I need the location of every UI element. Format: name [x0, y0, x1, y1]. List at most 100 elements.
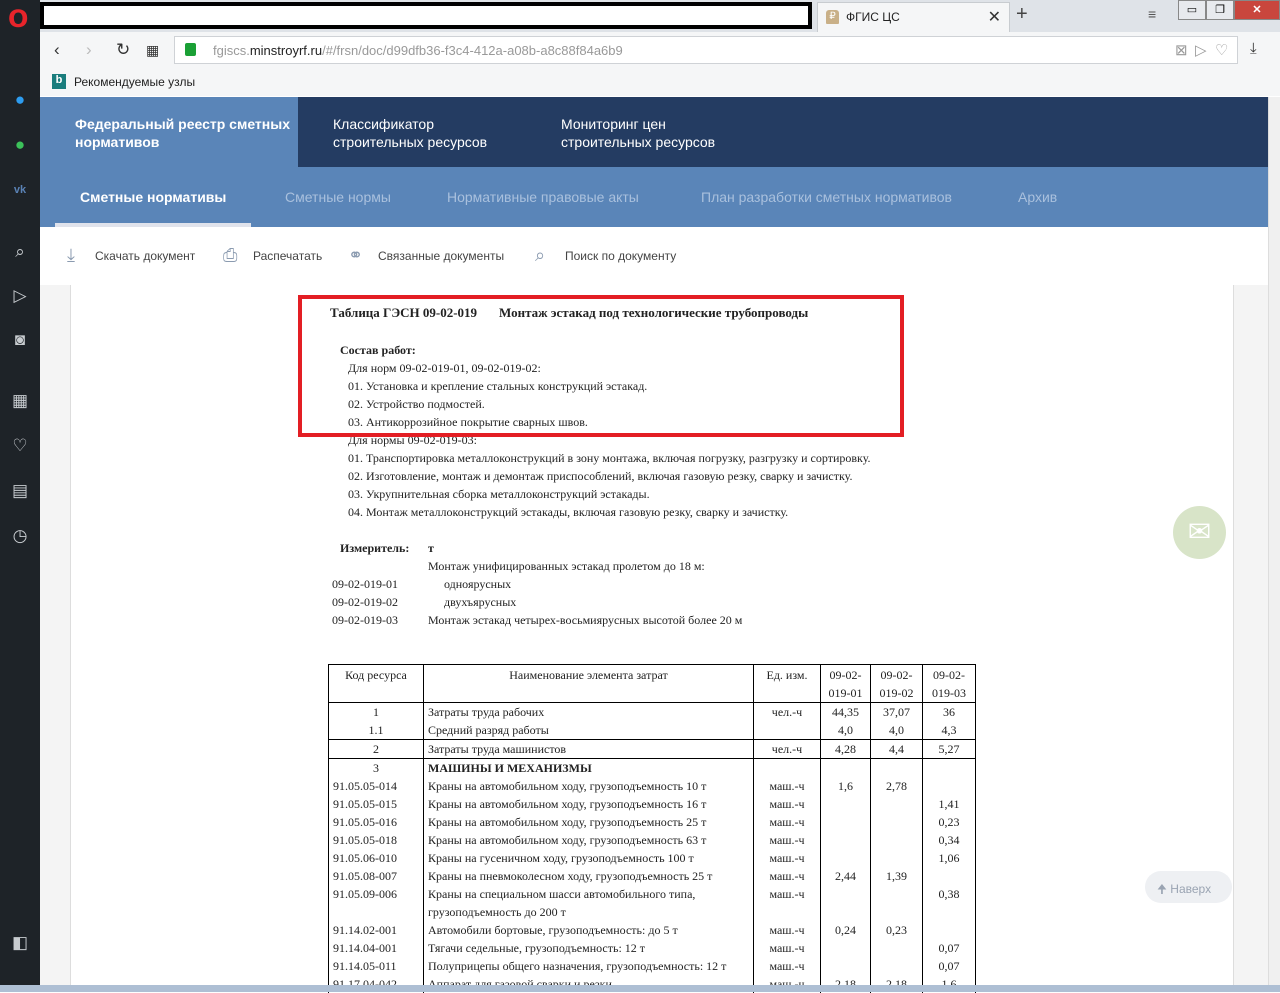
back-to-top-button[interactable]: 🠉 Наверх [1145, 871, 1232, 903]
search-icon[interactable]: ⌕ [8, 240, 32, 264]
table-cell: 0,23 [922, 813, 976, 831]
download-button[interactable]: ⤓ Скачать документ [67, 245, 195, 265]
speed-dial-icon[interactable]: ▦ [8, 389, 32, 413]
table-cell [820, 849, 871, 867]
close-window-button[interactable]: ✕ [1234, 0, 1280, 20]
url-input[interactable]: fgiscs.minstroyrf.ru/#/frsn/doc/d99dfb36… [174, 36, 1238, 64]
table-cell [922, 921, 976, 939]
table-cell: 91.05.08-007 [328, 867, 424, 885]
downloads-icon[interactable]: ⤓ [1250, 40, 1257, 57]
tab-legal-acts[interactable]: Нормативные правовые акты [447, 189, 639, 205]
back-icon[interactable]: ‹ [54, 40, 60, 60]
table-cell: 2 [328, 739, 424, 759]
table-cell: 91.14.05-011 [328, 957, 424, 975]
bookmark-item[interactable]: Рекомендуемые узлы [74, 75, 195, 89]
table-cell: 0,07 [922, 957, 976, 975]
table-cell: 0,34 [922, 831, 976, 849]
col-header: 09-02-019-02 [870, 664, 923, 703]
forward-icon[interactable]: › [86, 40, 92, 60]
table-row: 91.05.06-010 Краны на гусеничном ходу, гр… [328, 849, 976, 867]
history-icon[interactable]: ◷ [8, 524, 32, 548]
table-cell: 37,07 [870, 702, 923, 721]
tab-smetnye-normy[interactable]: Сметные нормы [285, 189, 391, 205]
link-icon: ⚭ [348, 245, 364, 265]
table-cell: 0,24 [820, 921, 871, 939]
close-tab-icon[interactable]: ✕ [988, 7, 1001, 27]
table-cell [820, 831, 871, 849]
tab-menu-icon[interactable]: ≡ [1148, 6, 1156, 22]
news-icon[interactable]: ▤ [8, 479, 32, 503]
whatsapp-icon[interactable]: ● [8, 133, 32, 157]
tab-archive[interactable]: Архив [1018, 189, 1057, 205]
table-cell [753, 721, 821, 740]
restore-button[interactable]: ❐ [1206, 0, 1234, 20]
table-cell: 0,38 [922, 885, 976, 921]
heart-icon[interactable]: ♡ [8, 434, 32, 458]
table-cell: 91.05.05-014 [328, 777, 424, 795]
tab-smetnye-normativy[interactable]: Сметные нормативы [80, 189, 226, 205]
resource-table: Код ресурса Наименование элемента затрат… [328, 664, 976, 993]
table-cell: маш.-ч [753, 813, 821, 831]
table-row: 91.05.05-015 Краны на автомобильном ходу,… [328, 795, 976, 813]
table-cell: 91.05.05-016 [328, 813, 424, 831]
table-cell: 1.1 [328, 721, 424, 740]
table-cell: 2,78 [870, 777, 923, 795]
sub-navigation: Сметные нормативы Сметные нормы Норматив… [40, 167, 1268, 227]
table-cell: Краны на специальном шасси автомобильног… [423, 885, 754, 921]
bookmark-heart-icon[interactable]: ♡ [1215, 41, 1228, 59]
table-cell: 4,0 [870, 721, 923, 740]
search-in-doc-button[interactable]: ⌕ Поиск по документу [535, 245, 676, 265]
table-cell: 1,39 [870, 867, 923, 885]
share-icon[interactable]: ▷ [1195, 41, 1207, 59]
table-row: 91.05.05-016 Краны на автомобильном ходу,… [328, 813, 976, 831]
price-monitoring-link[interactable]: Мониторинг цен строительных ресурсов [561, 115, 741, 151]
norm-intro: Монтаж унифицированных эстакад пролетом … [428, 559, 705, 573]
table-cell [870, 795, 923, 813]
ad-block-icon[interactable]: ⊠ [1175, 41, 1188, 59]
table-cell [870, 813, 923, 831]
table-cell: Затраты труда рабочих [423, 702, 754, 721]
table-cell: маш.-ч [753, 777, 821, 795]
minimize-button[interactable]: ▭ [1178, 0, 1206, 20]
table-cell: 4,28 [820, 739, 871, 759]
table-cell: Тягачи седельные, грузоподъемность: 12 т [423, 939, 754, 957]
table-cell: маш.-ч [753, 795, 821, 813]
browser-tab[interactable]: ₽ ФГИС ЦС ✕ [817, 2, 1010, 32]
table-row: 1 Затраты труда рабочих чел.-ч 44,35 37,07 36 [328, 702, 976, 721]
classifier-link[interactable]: Классификатор строительных ресурсов [333, 115, 513, 151]
table-cell: 1,6 [820, 777, 871, 795]
table-cell: Полуприцепы общего назначения, грузоподъ… [423, 957, 754, 975]
home-link[interactable]: Федеральный реестр сметных нормативов [40, 97, 298, 167]
messenger-icon[interactable]: ● [8, 88, 32, 112]
table-cell: 4,4 [870, 739, 923, 759]
new-tab-icon[interactable]: + [1016, 3, 1028, 26]
camera-icon[interactable]: ◙ [8, 328, 32, 352]
table-cell: Краны на автомобильном ходу, грузоподъем… [423, 831, 754, 849]
envelope-icon: ✉ [1187, 516, 1212, 547]
table-cell [820, 939, 871, 957]
table-row: 91.05.05-018 Краны на автомобильном ходу,… [328, 831, 976, 849]
table-cell: 3 [328, 758, 424, 777]
related-docs-button[interactable]: ⚭ Связанные документы [348, 245, 504, 265]
send-icon[interactable]: ▷ [8, 284, 32, 308]
vk-icon[interactable]: vk [8, 178, 32, 202]
table-cell [870, 957, 923, 975]
opera-logo-icon[interactable]: O [8, 5, 28, 33]
search-icon: ⌕ [535, 245, 546, 265]
table-cell [820, 795, 871, 813]
tabs-grid-icon[interactable]: ▦ [146, 42, 159, 59]
print-button[interactable]: ⎙ Распечатать [223, 245, 322, 265]
reload-icon[interactable]: ↻ [116, 40, 130, 60]
tab-development-plan[interactable]: План разработки сметных нормативов [701, 189, 952, 205]
page-scrollbar[interactable] [1268, 97, 1280, 985]
col-header: 09-02-019-03 [922, 664, 976, 703]
table-row: 91.05.05-014 Краны на автомобильном ходу,… [328, 777, 976, 795]
table-row: 2 Затраты труда машинистов чел.-ч 4,28 4,4 5,… [328, 739, 976, 759]
table-cell [922, 777, 976, 795]
mail-feedback-button[interactable]: ✉ [1173, 506, 1226, 559]
sidebar-toggle-icon[interactable]: ◧ [8, 931, 32, 955]
table-cell [870, 939, 923, 957]
table-cell: МАШИНЫ И МЕХАНИЗМЫ [423, 758, 754, 777]
table-cell: 1 [328, 702, 424, 721]
table-cell: 36 [922, 702, 976, 721]
